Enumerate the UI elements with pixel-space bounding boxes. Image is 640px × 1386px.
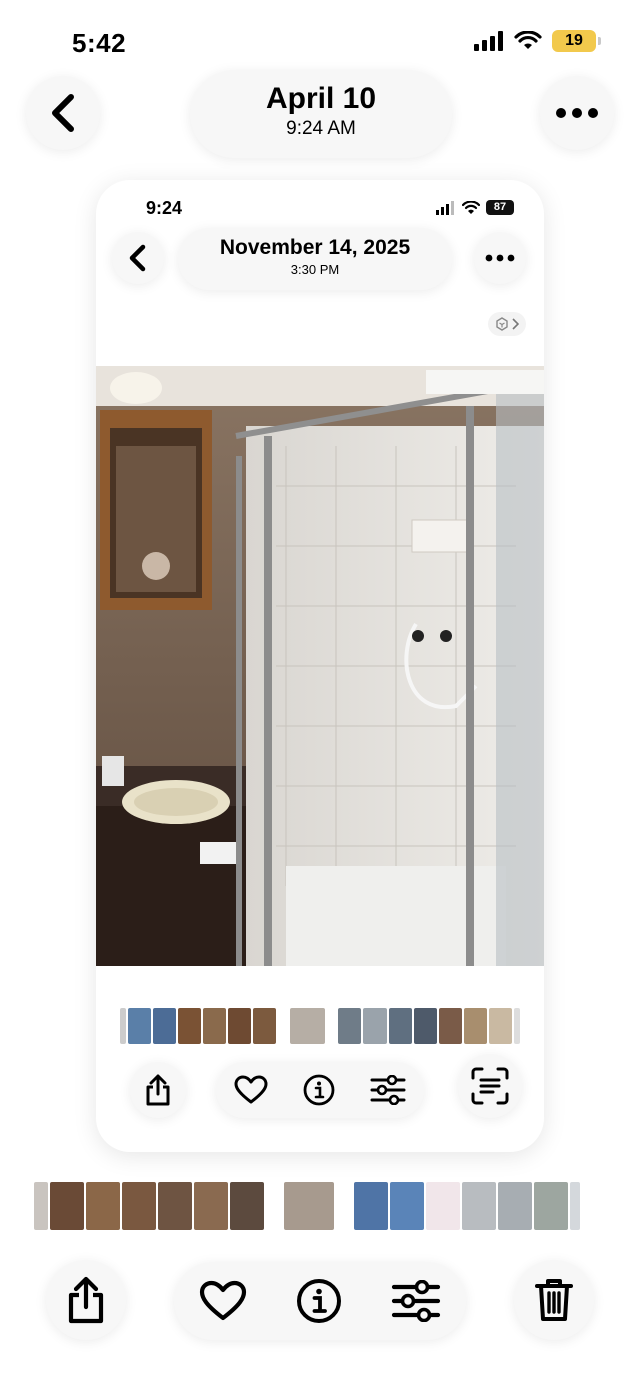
thumbnail[interactable] [534, 1182, 568, 1230]
inner-page-subtitle: 3:30 PM [290, 262, 340, 277]
action-group [174, 1262, 466, 1340]
photo [96, 366, 544, 966]
thumbnail-selected[interactable] [290, 1008, 325, 1044]
thumbnail[interactable] [152, 1008, 176, 1044]
inner-battery-indicator: 87 [486, 200, 514, 215]
thumbnail[interactable] [426, 1182, 460, 1230]
info-icon[interactable] [296, 1278, 342, 1324]
thumbnail[interactable] [86, 1182, 120, 1230]
thumbnail[interactable] [253, 1008, 277, 1044]
visual-lookup-button[interactable] [488, 312, 526, 336]
thumbnail[interactable] [514, 1008, 520, 1044]
thumbnail-selected[interactable] [284, 1182, 334, 1230]
thumbnail[interactable] [570, 1182, 580, 1230]
more-button[interactable] [540, 76, 614, 150]
inner-cellular-icon [436, 200, 456, 215]
inner-back-button[interactable] [112, 232, 164, 284]
inner-status-icons: 87 [436, 200, 514, 215]
inner-wifi-icon [462, 200, 480, 215]
back-button[interactable] [26, 76, 100, 150]
sliders-icon[interactable] [391, 1280, 441, 1322]
chevron-left-icon [49, 93, 77, 133]
thumbnail[interactable] [413, 1008, 437, 1044]
ellipsis-icon [555, 107, 599, 119]
info-icon[interactable] [303, 1074, 335, 1106]
page-subtitle: 9:24 AM [286, 118, 356, 139]
trash-icon [534, 1277, 574, 1323]
inner-action-group [216, 1062, 424, 1118]
thumbnail[interactable] [363, 1008, 387, 1044]
inner-more-button[interactable] [474, 232, 526, 284]
thumbnail[interactable] [194, 1182, 228, 1230]
battery-indicator: 19 [552, 30, 601, 52]
thumbnail[interactable] [120, 1008, 126, 1044]
thumbnail[interactable] [354, 1182, 388, 1230]
visual-lookup-icon [495, 317, 509, 331]
heart-icon[interactable] [199, 1280, 247, 1322]
share-icon [66, 1275, 106, 1325]
cellular-signal-icon [474, 31, 504, 51]
share-button[interactable] [46, 1260, 126, 1340]
photo-viewer[interactable]: 9:24 87 November 14, 2025 3:30 PM [96, 180, 544, 1152]
inner-page-title: November 14, 2025 [219, 236, 411, 259]
thumbnail[interactable] [498, 1182, 532, 1230]
date-header: April 10 9:24 AM [190, 70, 452, 158]
thumbnail[interactable] [122, 1182, 156, 1230]
status-icons: 19 [474, 30, 601, 52]
thumbnail[interactable] [438, 1008, 462, 1044]
thumbnail[interactable] [34, 1182, 48, 1230]
thumbnail[interactable] [127, 1008, 151, 1044]
thumbnail[interactable] [203, 1008, 227, 1044]
thumbnail-strip[interactable] [34, 1182, 606, 1230]
page-title: April 10 [265, 82, 377, 115]
inner-live-text-button[interactable] [458, 1054, 522, 1118]
ellipsis-icon [485, 254, 515, 262]
thumbnail[interactable] [462, 1182, 496, 1230]
bathroom-photo [96, 366, 544, 966]
heart-icon[interactable] [234, 1075, 268, 1105]
status-bar: 5:42 19 [0, 0, 640, 80]
inner-date-header: November 14, 2025 3:30 PM [178, 228, 452, 290]
wifi-icon [514, 31, 542, 51]
thumbnail[interactable] [228, 1008, 252, 1044]
share-icon [144, 1073, 172, 1107]
status-time: 5:42 [72, 28, 127, 58]
thumbnail[interactable] [390, 1182, 424, 1230]
thumbnail[interactable] [230, 1182, 264, 1230]
thumbnail[interactable] [388, 1008, 412, 1044]
thumbnail[interactable] [489, 1008, 513, 1044]
inner-thumbnail-strip[interactable] [120, 1008, 520, 1044]
thumbnail[interactable] [463, 1008, 488, 1044]
inner-status-time: 9:24 [146, 198, 183, 218]
chevron-right-icon [512, 318, 519, 330]
text-scan-icon [470, 1066, 510, 1106]
delete-button[interactable] [514, 1260, 594, 1340]
thumbnail[interactable] [338, 1008, 362, 1044]
sliders-icon[interactable] [370, 1075, 406, 1105]
chevron-left-icon [128, 244, 148, 272]
thumbnail[interactable] [50, 1182, 84, 1230]
thumbnail[interactable] [178, 1008, 202, 1044]
inner-share-button[interactable] [130, 1062, 186, 1118]
thumbnail[interactable] [158, 1182, 192, 1230]
